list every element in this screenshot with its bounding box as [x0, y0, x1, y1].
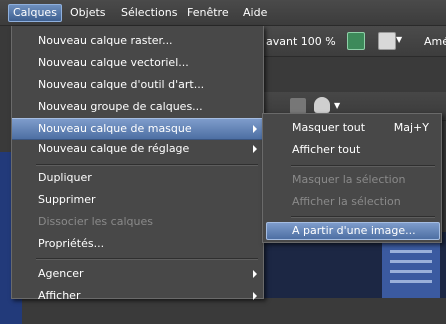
- properties-item[interactable]: Propriétés...: [12, 233, 263, 255]
- menu-bar: Calques Objets Sélections Fenêtre Aide: [0, 0, 446, 26]
- new-layer-group-item[interactable]: Nouveau groupe de calques...: [12, 96, 263, 118]
- from-image-item[interactable]: A partir d'une image...: [266, 222, 440, 240]
- show-all-item[interactable]: Afficher tout: [263, 139, 441, 161]
- image-icon[interactable]: [347, 32, 365, 50]
- arrange-item[interactable]: Agencer: [12, 263, 263, 285]
- new-art-tool-layer-item[interactable]: Nouveau calque d'outil d'art...: [12, 74, 263, 96]
- dropdown-arrow-icon[interactable]: ▼: [396, 35, 402, 44]
- shortcut-label: Maj+Y: [393, 121, 429, 134]
- submenu-arrow-icon: [253, 292, 257, 300]
- brush-icon[interactable]: [290, 98, 306, 114]
- menu-selections[interactable]: Sélections: [117, 5, 181, 21]
- new-mask-layer-item[interactable]: Nouveau calque de masque: [12, 118, 263, 140]
- duplicate-item[interactable]: Dupliquer: [12, 167, 263, 189]
- menu-separator: [36, 258, 258, 260]
- show-selection-item: Afficher la sélection: [292, 195, 401, 208]
- new-adjustment-layer-item[interactable]: Nouveau calque de réglage: [12, 138, 263, 160]
- mask-submenu: Masquer tout Maj+Y Afficher tout Masquer…: [262, 113, 442, 243]
- zoom-label[interactable]: avant 100 %: [266, 35, 336, 48]
- submenu-arrow-icon: [253, 125, 257, 133]
- menu-separator: [291, 165, 435, 167]
- ungroup-layers-item: Dissocier les calques: [38, 215, 153, 228]
- hide-selection-item: Masquer la sélection: [292, 173, 406, 186]
- fill-icon[interactable]: [314, 97, 330, 113]
- adjust-label[interactable]: Amé: [424, 35, 446, 48]
- menu-separator: [36, 164, 258, 166]
- new-raster-layer-item[interactable]: Nouveau calque raster...: [12, 30, 263, 52]
- menu-fenetre[interactable]: Fenêtre: [183, 5, 233, 21]
- menu-calques[interactable]: Calques: [8, 4, 62, 22]
- layers-menu: Nouveau calque raster... Nouveau calque …: [11, 26, 264, 302]
- menu-aide[interactable]: Aide: [239, 5, 271, 21]
- submenu-arrow-icon: [253, 270, 257, 278]
- menu-objets[interactable]: Objets: [66, 5, 110, 21]
- delete-item[interactable]: Supprimer: [12, 189, 263, 211]
- fill-dropdown-icon[interactable]: ▼: [334, 101, 340, 110]
- menu-separator: [291, 216, 435, 218]
- new-vector-layer-item[interactable]: Nouveau calque vectoriel...: [12, 52, 263, 74]
- submenu-arrow-icon: [253, 145, 257, 153]
- hide-all-item[interactable]: Masquer tout Maj+Y: [263, 117, 441, 139]
- view-item[interactable]: Afficher: [12, 285, 263, 307]
- paste-icon[interactable]: [378, 32, 396, 50]
